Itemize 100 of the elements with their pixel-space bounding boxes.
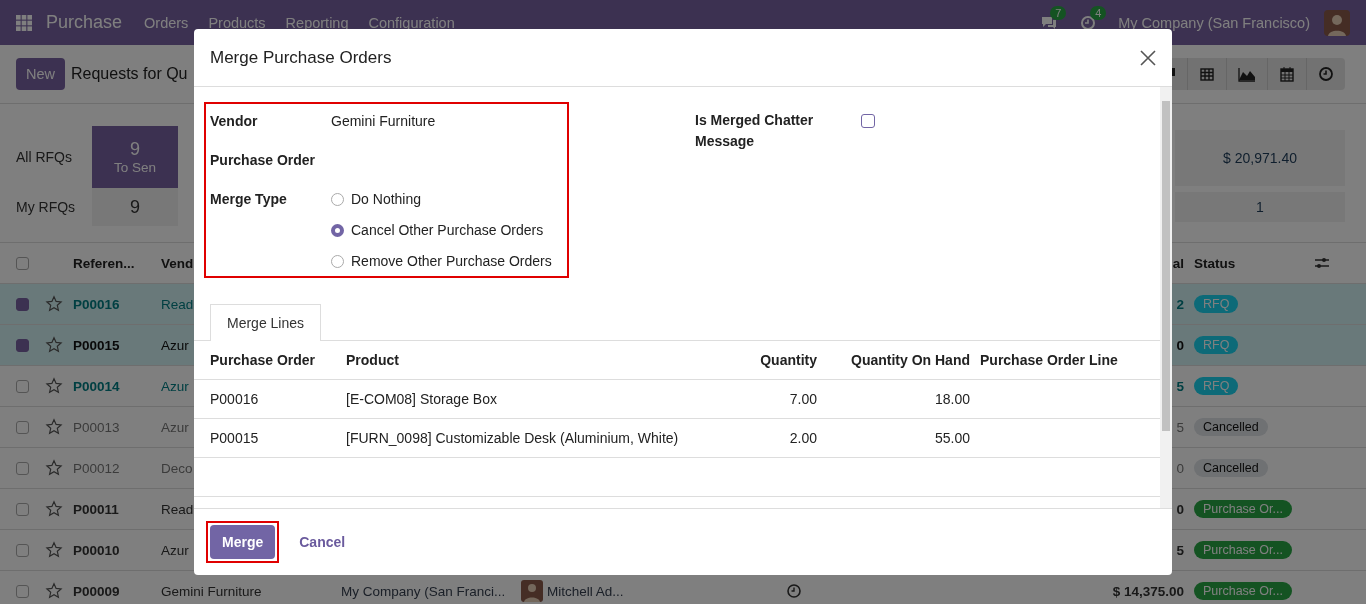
table-cell: P00010 bbox=[73, 542, 120, 558]
checkbox[interactable] bbox=[16, 338, 29, 352]
status-badge: RFQ bbox=[1194, 377, 1239, 395]
avatar bbox=[521, 580, 543, 602]
table-cell: P00016 bbox=[73, 296, 120, 312]
column-header[interactable]: Purchase Order bbox=[194, 352, 330, 368]
table-cell: Azur bbox=[161, 337, 189, 353]
table-cell-text: [FURN_0098] Customizable Desk (Aluminium, White) bbox=[345, 430, 680, 446]
close-button[interactable] bbox=[1140, 49, 1156, 66]
menu-item[interactable]: Orders bbox=[144, 14, 189, 31]
star-icon[interactable] bbox=[45, 377, 63, 395]
star-icon[interactable] bbox=[45, 582, 63, 600]
radio-option[interactable]: Cancel Other Purchase Orders bbox=[331, 219, 563, 241]
cancel-button[interactable]: Cancel bbox=[287, 525, 358, 559]
checkbox[interactable] bbox=[16, 420, 29, 434]
table-cell: Read bbox=[161, 296, 194, 312]
table-cell: 0 bbox=[1176, 501, 1184, 517]
checkbox[interactable] bbox=[16, 297, 29, 311]
table-cell-text: 55.00 bbox=[933, 430, 970, 446]
field-label: Is Merged Chatter Message bbox=[695, 111, 815, 151]
apps-grid-icon[interactable] bbox=[16, 14, 32, 31]
checkbox[interactable] bbox=[16, 502, 29, 516]
table-cell: $ 14,375.00 bbox=[1112, 583, 1184, 599]
stat-tile[interactable]: 9 bbox=[92, 188, 178, 226]
table-cell: Azur bbox=[161, 378, 189, 394]
column-header[interactable]: Product bbox=[330, 352, 686, 368]
status-badge: Purchase Or... bbox=[1194, 582, 1292, 600]
merge-button[interactable]: Merge bbox=[210, 525, 276, 559]
table-cell: Mitchell Ad... bbox=[547, 583, 624, 599]
status-badge: Purchase Or... bbox=[1194, 500, 1292, 518]
status-badge: RFQ bbox=[1194, 295, 1239, 313]
table-cell: P00014 bbox=[73, 378, 120, 394]
checkbox[interactable] bbox=[16, 461, 29, 475]
star-icon[interactable] bbox=[45, 295, 63, 313]
table-cell: 0 bbox=[1176, 460, 1184, 476]
app-name[interactable]: Purchase bbox=[46, 12, 123, 33]
table-cell: 0 bbox=[1176, 337, 1184, 353]
tab[interactable]: Merge Lines bbox=[210, 304, 322, 341]
radio-option[interactable]: Do Nothing bbox=[331, 188, 563, 210]
table-cell: Gemini Furniture bbox=[161, 583, 262, 599]
sliders-icon[interactable] bbox=[1314, 256, 1330, 270]
table-cell: P00011 bbox=[73, 501, 119, 517]
table-cell: P00012 bbox=[73, 460, 120, 476]
field-label: Purchase Order bbox=[210, 151, 317, 170]
table-cell: 2 bbox=[1176, 296, 1184, 312]
avatar[interactable] bbox=[1324, 9, 1350, 36]
calendar-icon[interactable] bbox=[1279, 66, 1295, 82]
status-badge: Purchase Or... bbox=[1194, 541, 1292, 559]
filter-label[interactable]: All RFQs bbox=[0, 126, 92, 188]
notification-badge: 4 bbox=[1090, 5, 1107, 20]
column-header[interactable]: Quantity On Hand bbox=[817, 352, 970, 368]
status-badge: Cancelled bbox=[1194, 459, 1268, 477]
column-header[interactable]: Quantity bbox=[686, 352, 817, 368]
table-cell: Azur bbox=[161, 542, 189, 558]
field-label: Merge Type bbox=[210, 190, 288, 209]
table-cell-text: P00016 bbox=[209, 391, 260, 407]
scrollbar[interactable] bbox=[1160, 87, 1172, 508]
filter-label[interactable]: My RFQs bbox=[0, 188, 92, 226]
close-icon bbox=[1140, 49, 1156, 66]
star-icon[interactable] bbox=[45, 459, 63, 477]
dialog-title: Merge Purchase Orders bbox=[210, 47, 393, 68]
checkbox[interactable] bbox=[861, 114, 875, 128]
status-badge: Cancelled bbox=[1194, 418, 1268, 436]
field-value[interactable]: Gemini Furniture bbox=[331, 110, 563, 149]
status-badge: RFQ bbox=[1194, 336, 1239, 354]
table-cell: P00009 bbox=[73, 583, 120, 599]
menu-item[interactable]: Configuration bbox=[368, 14, 455, 31]
table-cell: Read bbox=[161, 501, 194, 517]
checkbox[interactable] bbox=[16, 379, 29, 393]
star-icon[interactable] bbox=[45, 418, 63, 436]
column-header[interactable]: Vend bbox=[161, 255, 194, 271]
star-icon[interactable] bbox=[45, 500, 63, 518]
table-cell-text: 7.00 bbox=[788, 391, 817, 407]
stat-tile[interactable]: 1 bbox=[1175, 192, 1345, 222]
menu-item[interactable]: Reporting bbox=[285, 14, 349, 31]
area-chart-icon[interactable] bbox=[1238, 66, 1256, 82]
new-button[interactable]: New bbox=[16, 58, 65, 90]
table-cell: P00015 bbox=[73, 337, 120, 353]
checkbox[interactable] bbox=[16, 256, 29, 270]
star-icon[interactable] bbox=[45, 541, 63, 559]
checkbox[interactable] bbox=[16, 543, 29, 557]
column-header[interactable]: al bbox=[1172, 255, 1184, 271]
column-header[interactable]: Referen... bbox=[73, 255, 135, 271]
table-cell: 5 bbox=[1176, 542, 1184, 558]
stat-tile[interactable]: 9 To Sen bbox=[92, 126, 178, 188]
radio-option[interactable]: Remove Other Purchase Orders bbox=[331, 250, 563, 272]
page-title: Requests for Qu bbox=[71, 65, 188, 83]
table-cell-text: [E-COM08] Storage Box bbox=[345, 391, 498, 407]
column-header[interactable]: Status bbox=[1184, 255, 1236, 271]
star-icon[interactable] bbox=[45, 336, 63, 354]
checkbox[interactable] bbox=[16, 584, 29, 598]
table-icon[interactable] bbox=[1199, 66, 1215, 82]
menu-item[interactable]: Products bbox=[208, 14, 266, 31]
column-header[interactable]: Purchase Order Line bbox=[970, 352, 1160, 368]
notification-badge: 7 bbox=[1050, 5, 1067, 20]
field-label: Vendor bbox=[210, 112, 259, 131]
stat-tile[interactable]: $ 20,971.40 bbox=[1175, 130, 1345, 186]
table-cell-text: 18.00 bbox=[933, 391, 970, 407]
table-cell-text: 2.00 bbox=[788, 430, 817, 446]
table-cell: 5 bbox=[1176, 419, 1184, 435]
